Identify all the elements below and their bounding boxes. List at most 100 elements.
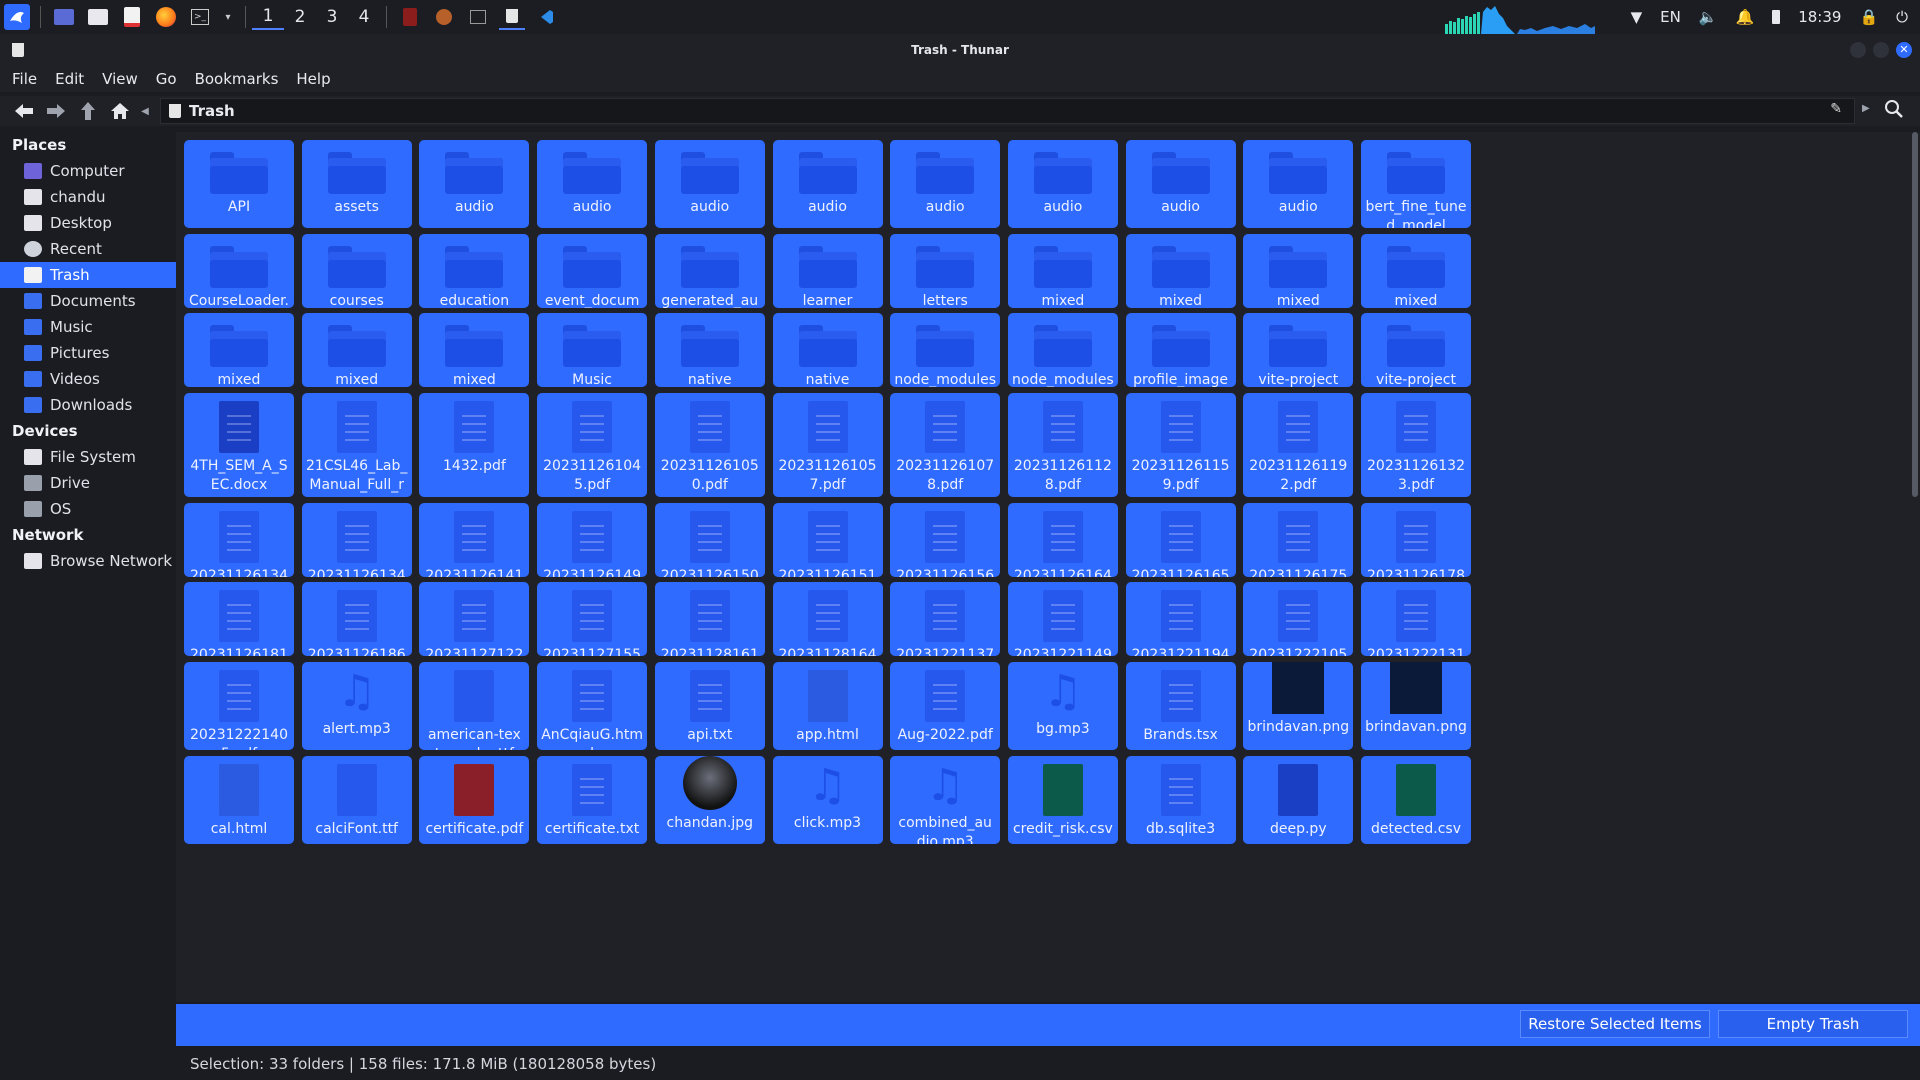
task-pdf-icon[interactable] — [397, 4, 423, 30]
task-firefox-icon[interactable] — [431, 4, 457, 30]
text-editor-icon[interactable] — [119, 4, 145, 30]
sidebar-item-os[interactable]: OS — [0, 496, 176, 522]
scrollbar[interactable] — [1910, 132, 1920, 1002]
file-item[interactable]: 1432.pdf — [419, 393, 530, 497]
file-item[interactable]: 202312221405.pdf — [184, 662, 294, 750]
path-left-arrow[interactable]: ◀ — [138, 97, 152, 125]
sidebar-item-pictures[interactable]: Pictures — [0, 340, 176, 366]
file-item[interactable]: 202311261641.pdf — [1007, 503, 1118, 577]
folder-item[interactable]: mixed — [301, 313, 412, 387]
home-button[interactable] — [106, 97, 134, 125]
show-desktop-icon[interactable] — [51, 4, 77, 30]
file-item[interactable]: 202311261340.pdf — [184, 503, 294, 577]
restore-button[interactable]: Restore Selected Items — [1520, 1010, 1710, 1038]
file-item[interactable]: 202311261862.pdf — [301, 582, 412, 656]
folder-item[interactable]: audio — [654, 140, 765, 228]
sidebar-item-music[interactable]: Music — [0, 314, 176, 340]
file-icon-view[interactable]: API assets audio audio audio audio audio audio a… — [176, 132, 1910, 1002]
menu-file[interactable]: File — [12, 70, 37, 88]
notification-icon[interactable]: 🔔 — [1736, 8, 1755, 26]
file-item[interactable]: 202311261192.pdf — [1243, 393, 1354, 497]
search-icon[interactable] — [1884, 99, 1906, 121]
file-item[interactable]: 202311261078.pdf — [890, 393, 1001, 497]
file-item[interactable]: 202311261789.pdf — [1361, 503, 1471, 577]
file-item[interactable]: 202311261492.pdf — [537, 503, 648, 577]
file-item[interactable]: db.sqlite3 — [1125, 756, 1236, 844]
folder-item[interactable]: mixed — [1361, 234, 1471, 308]
window-titlebar[interactable]: Trash - Thunar ✕ — [0, 34, 1920, 66]
folder-item[interactable]: mixed — [419, 313, 530, 387]
sidebar-item-computer[interactable]: Computer — [0, 158, 176, 184]
folder-item[interactable]: mixed — [1243, 234, 1354, 308]
sidebar-item-trash[interactable]: Trash — [0, 262, 176, 288]
power-icon[interactable]: ⏻ — [1896, 8, 1908, 26]
menu-view[interactable]: View — [102, 70, 138, 88]
folder-item[interactable]: bert_fine_tuned_model — [1361, 140, 1471, 228]
file-item[interactable]: brindavan.png — [1243, 662, 1354, 750]
keyboard-layout[interactable]: EN — [1660, 8, 1681, 26]
file-item[interactable]: brindavan.png — [1361, 662, 1471, 750]
path-right-arrow[interactable]: ▶ — [1862, 103, 1870, 114]
workspace-1[interactable]: 1 — [252, 4, 284, 30]
folder-item[interactable]: event_documents — [537, 234, 648, 308]
workspace-4[interactable]: 4 — [348, 4, 380, 30]
folder-item[interactable]: mixed — [1125, 234, 1236, 308]
empty-trash-button[interactable]: Empty Trash — [1718, 1010, 1908, 1038]
sidebar-item-desktop[interactable]: Desktop — [0, 210, 176, 236]
file-item[interactable]: 202311261519.pdf — [772, 503, 883, 577]
clock[interactable]: 18:39 — [1798, 8, 1841, 26]
breadcrumb-trash[interactable]: Trash — [189, 102, 235, 120]
location-bar[interactable]: Trash ✎ — [160, 98, 1855, 124]
sidebar-item-downloads[interactable]: Downloads — [0, 392, 176, 418]
folder-item[interactable]: native — [654, 313, 765, 387]
app-menu-icon[interactable] — [4, 4, 30, 30]
folder-item[interactable]: node_modules — [890, 313, 1001, 387]
file-item[interactable]: 202311261418.pdf — [419, 503, 530, 577]
file-item[interactable]: 202311261323.pdf — [1361, 393, 1471, 497]
file-item[interactable]: 202312211945.pdf — [1125, 582, 1236, 656]
file-item[interactable]: 21CSL46_Lab_Manual_Full_removed.pdf — [301, 393, 412, 497]
file-item[interactable]: 202311261045.pdf — [537, 393, 648, 497]
task-terminal-icon[interactable] — [465, 4, 491, 30]
file-item[interactable]: 4TH_SEM_A_SEC.docx — [184, 393, 294, 497]
file-item[interactable]: 202311261758.pdf — [1243, 503, 1354, 577]
file-item[interactable]: american-text.regular.ttf — [419, 662, 530, 750]
sidebar-item-drive[interactable]: Drive — [0, 470, 176, 496]
file-item[interactable]: calciFont.ttf — [301, 756, 412, 844]
terminal-icon[interactable]: >_ — [187, 4, 213, 30]
battery-icon[interactable] — [1772, 10, 1781, 24]
file-item[interactable]: detected.csv — [1361, 756, 1471, 844]
folder-item[interactable]: audio — [537, 140, 648, 228]
wifi-icon[interactable]: ▼ — [1631, 8, 1643, 26]
folder-item[interactable]: generated_audio — [654, 234, 765, 308]
sidebar-item-documents[interactable]: Documents — [0, 288, 176, 314]
folder-item[interactable]: API — [184, 140, 294, 228]
sidebar-item-browse-network[interactable]: Browse Network — [0, 548, 176, 574]
forward-button[interactable] — [42, 97, 70, 125]
file-item[interactable]: AnCqiauG.html — [537, 662, 648, 750]
folder-item[interactable]: profile_images — [1125, 313, 1236, 387]
edit-location-icon[interactable]: ✎ — [1830, 101, 1842, 117]
folder-item[interactable]: audio — [419, 140, 530, 228]
task-trash-icon[interactable] — [499, 4, 525, 30]
file-item[interactable]: ♫ alert.mp3 — [301, 662, 412, 750]
folder-item[interactable]: audio — [772, 140, 883, 228]
file-item[interactable]: 202311261128.pdf — [1007, 393, 1118, 497]
folder-item[interactable]: audio — [1243, 140, 1354, 228]
file-item[interactable]: 202312211371.pdf — [890, 582, 1001, 656]
folder-item[interactable]: letters — [890, 234, 1001, 308]
file-item[interactable]: ♫ combined_audio.mp3 — [890, 756, 1001, 844]
file-item[interactable]: 202312221054.pdf — [1243, 582, 1354, 656]
file-item[interactable]: deep.py — [1243, 756, 1354, 844]
file-item[interactable]: 202311261504.pdf — [654, 503, 765, 577]
file-item[interactable]: 202311261562.pdf — [890, 503, 1001, 577]
back-button[interactable] — [10, 97, 38, 125]
folder-item[interactable]: mixed — [1007, 234, 1118, 308]
firefox-icon[interactable] — [153, 4, 179, 30]
file-item[interactable]: app.html — [772, 662, 883, 750]
file-item[interactable]: 202311271551.pdf — [537, 582, 648, 656]
file-manager-icon[interactable] — [85, 4, 111, 30]
workspace-3[interactable]: 3 — [316, 4, 348, 30]
file-item[interactable]: 202311261057.pdf — [772, 393, 883, 497]
file-item[interactable]: 202311261650.pdf — [1125, 503, 1236, 577]
